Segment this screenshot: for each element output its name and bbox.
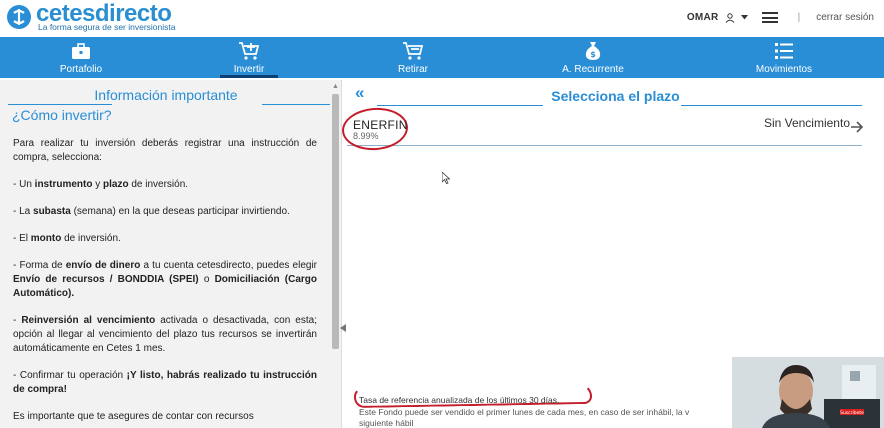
nav-label: A. Recurrente	[562, 64, 624, 75]
logo-icon	[7, 5, 31, 29]
fund-term: Sin Vencimiento	[763, 116, 850, 130]
info-text: o	[198, 274, 215, 285]
user-area: OMAR | cerrar sesión	[687, 12, 874, 23]
info-text-bold: plazo	[103, 179, 129, 190]
briefcase-icon	[69, 41, 93, 61]
svg-text:$: $	[590, 50, 596, 59]
scroll-up-icon[interactable]: ▲	[332, 83, 339, 91]
info-text-bold: envío de dinero	[65, 260, 141, 271]
header-separator: |	[797, 12, 801, 23]
info-text-bold: instrumento	[34, 179, 93, 190]
top-bar: cetesdirecto La forma segura de ser inve…	[0, 0, 884, 37]
logo-tagline: La forma segura de ser inversionista	[38, 22, 176, 32]
info-text: de inversión.	[128, 179, 189, 190]
info-text: - Un	[13, 179, 35, 190]
nav-label: Retirar	[397, 64, 428, 75]
presenter-image: Suscríbete	[732, 357, 884, 428]
info-paragraph: - Confirmar tu operación ¡Y listo, habrá…	[13, 369, 317, 397]
fund-name: ENERFIN	[353, 118, 408, 132]
nav-label: Portafolio	[59, 64, 103, 75]
menu-icon[interactable]	[761, 12, 778, 23]
info-text: - Confirmar tu operación	[13, 370, 127, 381]
info-text: - Forma de	[13, 260, 66, 271]
term-panel-title: Selecciona el plazo	[551, 88, 680, 104]
nav-label: Invertir	[233, 64, 265, 75]
mouse-cursor-icon	[442, 172, 450, 184]
info-paragraph: Para realizar tu inversión deberás regis…	[13, 137, 317, 165]
fund-rate: 8.99%	[353, 131, 379, 141]
subscribe-badge: Suscríbete	[840, 409, 864, 416]
footnote-rate: Tasa de referencia anualizada de los últ…	[359, 395, 560, 405]
nav-portafolio[interactable]: Portafolio	[56, 37, 106, 78]
info-paragraph: - La subasta (semana) en la que deseas p…	[13, 205, 317, 219]
collapse-panel-icon[interactable]	[340, 324, 346, 332]
user-name[interactable]: OMAR	[687, 12, 719, 23]
info-text: a tu cuenta cetesdirecto, puedes elegir	[140, 260, 317, 271]
webcam-overlay: Suscríbete	[732, 357, 884, 428]
info-text-bold: monto	[30, 233, 62, 244]
cart-minus-icon	[401, 41, 425, 61]
info-paragraph: Es importante que te asegures de contar …	[13, 410, 317, 424]
info-text-bold: subasta	[33, 206, 71, 217]
info-text: de inversión.	[61, 233, 121, 244]
caret-down-icon[interactable]	[740, 15, 748, 20]
nav-movimientos[interactable]: Movimientos	[751, 37, 817, 78]
money-bag-icon: $	[581, 41, 605, 61]
user-icon[interactable]	[725, 12, 735, 23]
cart-plus-icon	[237, 41, 261, 61]
nav-invertir[interactable]: Invertir	[220, 37, 278, 78]
info-text: - La	[13, 206, 34, 217]
info-heading: ¿Cómo invertir?	[12, 107, 112, 123]
nav-label: Movimientos	[755, 64, 813, 75]
scrollbar-thumb[interactable]	[332, 94, 339, 349]
info-paragraph: - El monto de inversión.	[13, 232, 317, 246]
info-text: Para realizar tu inversión deberás regis…	[13, 138, 317, 163]
info-text: - El	[13, 233, 31, 244]
info-panel: Información importante ¿Cómo invertir? P…	[0, 80, 346, 428]
info-body: Para realizar tu inversión deberás regis…	[13, 137, 317, 428]
info-paragraph: - Reinversión al vencimiento activada o …	[13, 314, 317, 356]
logout-link[interactable]: cerrar sesión	[816, 12, 874, 23]
footnote-next-day: siguiente hábil	[359, 418, 414, 428]
info-panel-title: Información importante	[94, 87, 238, 103]
info-text-bold: Envío de recursos / BONDDIA (SPEI)	[13, 274, 199, 285]
nav-a-recurrente[interactable]: $ A. Recurrente	[556, 37, 630, 78]
info-text: y	[92, 179, 104, 190]
info-paragraph: - Un instrumento y plazo de inversión.	[13, 178, 317, 192]
info-text-bold: Reinversión al vencimiento	[21, 315, 156, 326]
nav-retirar[interactable]: Retirar	[393, 37, 433, 78]
footnote-sale: Este Fondo puede ser vendido el primer l…	[359, 407, 690, 417]
arrow-right-icon[interactable]	[850, 120, 864, 134]
main-nav: Portafolio Invertir Retirar $ A. Recurre…	[0, 37, 884, 78]
info-text: (semana) en la que deseas participar inv…	[70, 206, 290, 217]
fund-option-row[interactable]: ENERFIN 8.99% Sin Vencimiento	[340, 105, 864, 153]
info-text: Es importante que te asegures de contar …	[13, 411, 254, 422]
info-paragraph: - Forma de envío de dinero a tu cuenta c…	[13, 259, 317, 301]
list-icon	[772, 41, 796, 61]
